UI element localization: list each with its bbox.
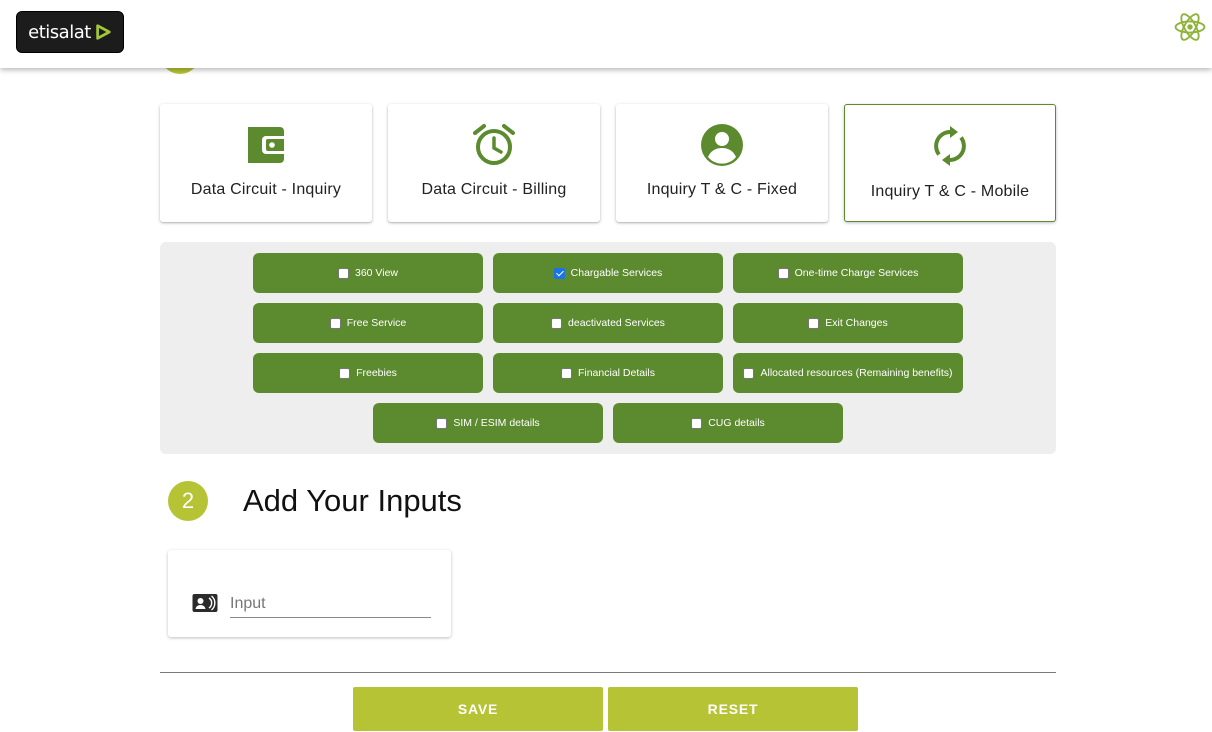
option-label: Chargable Services <box>570 267 663 279</box>
option-label: Freebies <box>356 367 397 379</box>
checkbox[interactable] <box>777 267 789 279</box>
checkbox[interactable] <box>808 317 820 329</box>
options-panel: 360 View Chargable Services One-time Cha… <box>160 242 1056 454</box>
option-one-time-charge-services[interactable]: One-time Charge Services <box>733 253 963 293</box>
step-2-badge: 2 <box>168 481 208 521</box>
checkbox[interactable] <box>436 417 448 429</box>
checkbox[interactable] <box>339 367 351 379</box>
option-deactivated-services[interactable]: deactivated Services <box>493 303 723 343</box>
checkbox[interactable] <box>329 317 341 329</box>
etisalat-logo[interactable]: etisalat <box>16 11 124 53</box>
option-label: Financial Details <box>577 367 656 379</box>
alarm-clock-icon <box>473 124 515 165</box>
checkbox[interactable] <box>743 367 755 379</box>
option-allocated-resources[interactable]: Allocated resources (Remaining benefits) <box>733 353 963 393</box>
input-field[interactable] <box>230 590 431 618</box>
checkbox[interactable] <box>337 267 349 279</box>
option-cug-details[interactable]: CUG details <box>613 403 843 443</box>
logo-mark-icon <box>96 24 111 40</box>
divider <box>160 672 1056 673</box>
logo-text: etisalat <box>28 21 91 43</box>
option-chargable-services[interactable]: Chargable Services <box>493 253 723 293</box>
contact-card-icon <box>192 594 218 612</box>
option-label: One-time Charge Services <box>794 267 919 279</box>
sync-icon <box>934 126 966 166</box>
option-label: Free Service <box>346 317 407 329</box>
checkbox[interactable] <box>551 317 563 329</box>
card-label: Inquiry T & C - Mobile <box>870 183 1030 200</box>
option-label: SIM / ESIM details <box>453 417 540 429</box>
account-circle-icon <box>701 124 743 166</box>
wallet-icon <box>248 127 284 163</box>
option-label: Allocated resources (Remaining benefits) <box>760 367 953 379</box>
card-label: Data Circuit - Billing <box>421 181 567 198</box>
option-label: 360 View <box>354 267 398 279</box>
card-label: Inquiry T & C - Fixed <box>646 181 798 198</box>
reset-button[interactable]: RESET <box>608 687 858 731</box>
atom-icon[interactable] <box>1173 10 1207 44</box>
option-freebies[interactable]: Freebies <box>253 353 483 393</box>
option-360-view[interactable]: 360 View <box>253 253 483 293</box>
option-free-service[interactable]: Free Service <box>253 303 483 343</box>
option-label: CUG details <box>708 417 765 429</box>
card-label: Data Circuit - Inquiry <box>190 181 342 198</box>
option-financial-details[interactable]: Financial Details <box>493 353 723 393</box>
checkbox[interactable] <box>691 417 703 429</box>
option-sim-esim-details[interactable]: SIM / ESIM details <box>373 403 603 443</box>
checkbox[interactable] <box>553 267 565 279</box>
save-button[interactable]: SAVE <box>353 687 603 731</box>
option-label: deactivated Services <box>568 317 665 329</box>
card-inquiry-tc-mobile[interactable]: Inquiry T & C - Mobile <box>844 104 1056 222</box>
section-title: Add Your Inputs <box>243 483 462 518</box>
option-label: Exit Changes <box>825 317 888 329</box>
card-inquiry-tc-fixed[interactable]: Inquiry T & C - Fixed <box>616 104 828 222</box>
input-card <box>168 550 451 637</box>
app-header: etisalat <box>0 0 1212 68</box>
checkbox[interactable] <box>560 367 572 379</box>
option-exit-changes[interactable]: Exit Changes <box>733 303 963 343</box>
card-data-circuit-inquiry[interactable]: Data Circuit - Inquiry <box>160 104 372 222</box>
card-data-circuit-billing[interactable]: Data Circuit - Billing <box>388 104 600 222</box>
